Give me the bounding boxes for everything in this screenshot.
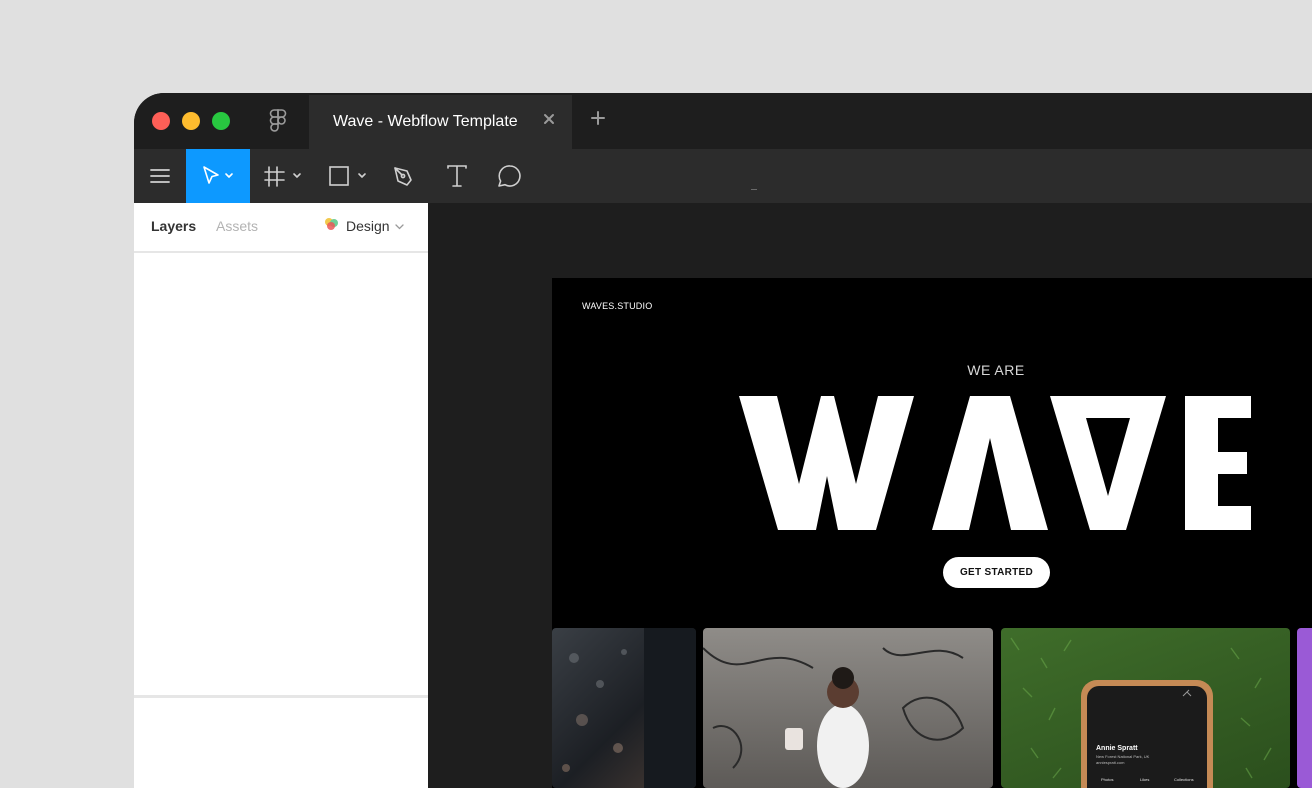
tab-layers[interactable]: Layers [151, 218, 196, 234]
design-menu[interactable]: Design [324, 216, 404, 236]
phone-profile-name: Annie Spratt [1096, 745, 1138, 752]
tab-file[interactable]: Wave - Webflow Template [309, 95, 572, 149]
site-logo: WAVES.STUDIO [582, 301, 653, 311]
phone-tab-likes: Likes [1140, 777, 1150, 782]
frame-tool-button[interactable] [256, 149, 310, 203]
left-panel: Layers Assets Design [134, 203, 428, 788]
figma-logo-icon[interactable] [269, 109, 287, 140]
get-started-button[interactable]: GET STARTED [943, 557, 1050, 588]
photo-card-mural [703, 628, 993, 788]
hero-wordmark [739, 396, 1251, 535]
photo-card-purple [1297, 628, 1312, 788]
pen-tool-icon[interactable] [384, 149, 424, 203]
phone-profile-location: New Forest National Park, UK [1096, 754, 1150, 759]
canvas[interactable]: WAVES.STUDIO WE ARE GET STARTED Annie Sp… [428, 203, 1312, 788]
app-window: Wave - Webflow Template Layers Assets De… [134, 93, 1312, 788]
design-menu-label: Design [346, 218, 390, 234]
tab-assets[interactable]: Assets [216, 218, 258, 234]
phone-profile-website: anniespratt.com [1096, 760, 1125, 765]
phone-tab-collections: Collections [1174, 777, 1194, 782]
tab-title: Wave - Webflow Template [333, 113, 518, 130]
comment-tool-icon[interactable] [490, 149, 530, 203]
new-tab-icon[interactable] [591, 111, 605, 130]
toolbar [134, 149, 1312, 203]
zoom-window-button[interactable] [212, 112, 230, 130]
minimize-window-button[interactable] [182, 112, 200, 130]
toolbar-divider [751, 189, 757, 190]
artboard[interactable]: WAVES.STUDIO WE ARE GET STARTED Annie Sp… [552, 278, 1312, 788]
phone-tab-photos: Photos [1101, 777, 1114, 782]
move-tool-button[interactable] [186, 149, 250, 203]
title-bar: Wave - Webflow Template [134, 93, 1312, 149]
close-window-button[interactable] [152, 112, 170, 130]
shape-tool-button[interactable] [322, 149, 376, 203]
design-library-icon [324, 217, 340, 236]
photo-card-phone: Annie Spratt New Forest National Park, U… [1001, 628, 1290, 788]
menu-icon[interactable] [140, 149, 180, 203]
panel-tabs: Layers Assets Design [134, 203, 428, 253]
panel-divider [134, 695, 428, 698]
hero-kicker: WE ARE [967, 362, 1025, 378]
text-tool-icon[interactable] [437, 149, 477, 203]
close-tab-icon[interactable] [543, 112, 555, 130]
chevron-down-icon [394, 217, 404, 235]
photo-card-glass [552, 628, 696, 788]
